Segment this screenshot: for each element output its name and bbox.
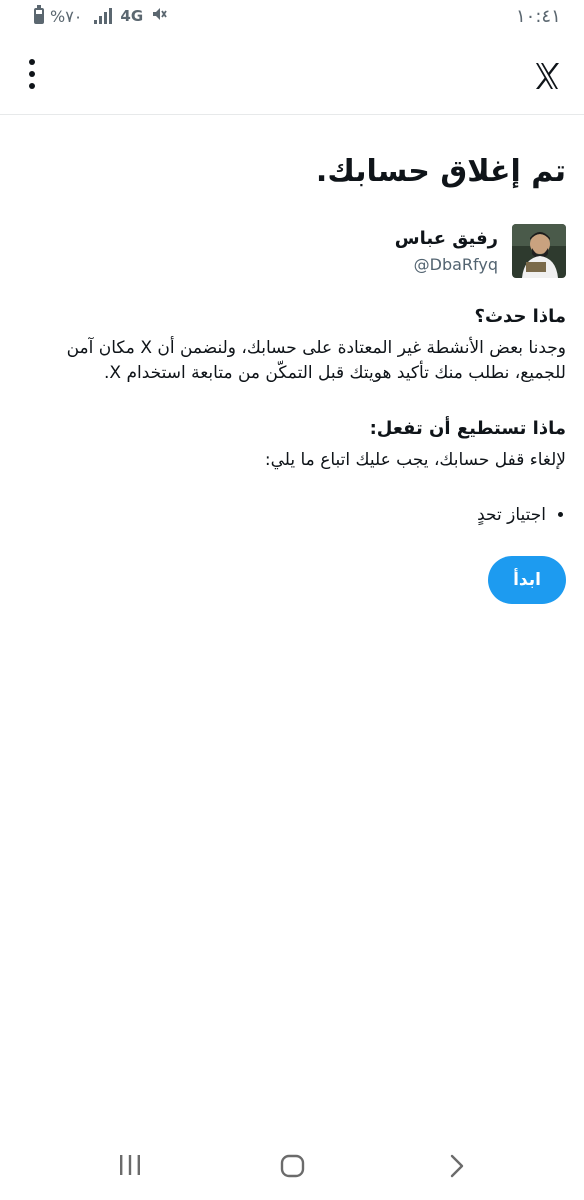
what-happened-heading: ماذا حدث؟ [474,306,566,327]
what-you-can-do-text: لإلغاء قفل حسابك، يجب عليك اتباع ما يلي: [264,450,566,470]
back-icon[interactable] [448,1154,466,1182]
status-bar: %٧٠ 4G ١٠:٤١ [0,0,584,36]
main-content: تم إغلاق حسابك. رفيق عباس @DbaRfyq ماذا … [20,128,566,604]
network-type: 4G [120,7,144,25]
list-item: اجتياز تحدٍ [20,503,546,528]
start-button[interactable]: ابدأ [488,556,566,604]
status-indicators: %٧٠ 4G [34,5,167,26]
mute-icon [151,6,167,26]
home-icon[interactable] [280,1154,306,1182]
account-card: رفيق عباس @DbaRfyq [20,224,566,278]
recent-apps-icon[interactable] [118,1154,142,1180]
account-name: رفيق عباس [394,228,498,249]
steps-list: اجتياز تحدٍ [20,503,566,528]
battery-icon [34,5,44,24]
clock: ١٠:٤١ [516,6,561,27]
what-happened-text: وجدنا بعض الأنشطة غير المعتادة على حسابك… [66,338,566,383]
battery-percent: %٧٠ [50,6,83,26]
more-options-icon[interactable] [18,59,46,89]
page-title: تم إغلاق حسابك. [315,154,566,189]
avatar [512,224,566,278]
top-bar [0,36,584,115]
account-info: رفيق عباس @DbaRfyq [395,227,498,275]
signal-icon [94,8,113,24]
account-handle: @DbaRfyq [413,255,498,274]
x-logo-icon[interactable] [533,61,561,91]
what-you-can-do-heading: ماذا تستطيع أن تفعل: [369,418,566,439]
system-navigation-bar [0,1130,584,1200]
